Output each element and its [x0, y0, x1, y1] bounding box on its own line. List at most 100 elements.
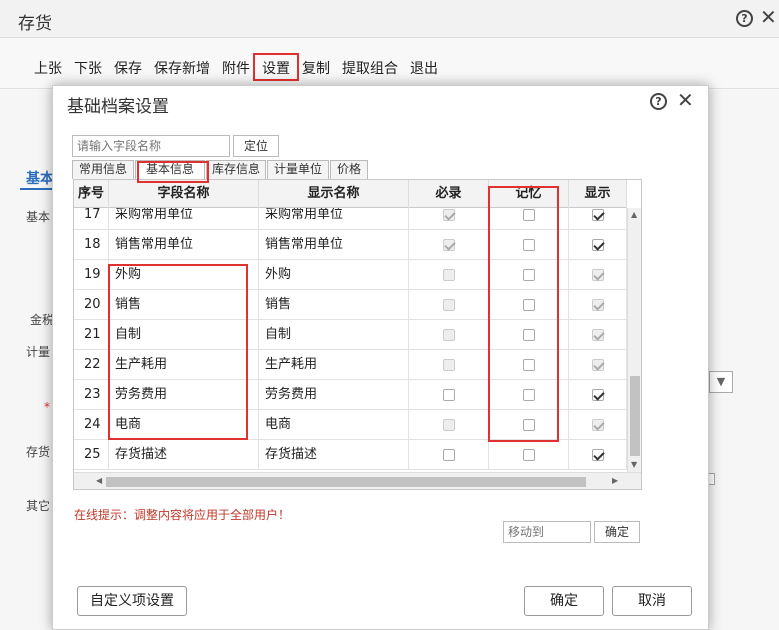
bg-label-tax: 金税 [30, 313, 55, 327]
col-header-show: 显示 [569, 180, 627, 208]
memory-checkbox[interactable] [522, 238, 535, 251]
col-header-memory: 记忆 [489, 180, 569, 208]
scroll-up-icon[interactable]: ▲ [631, 210, 637, 219]
row-display-name: 销售 [259, 290, 409, 320]
help-icon[interactable]: ? [736, 10, 753, 27]
bg-window-title: 存货 [18, 14, 52, 34]
table-row[interactable]: 18 销售常用单位 销售常用单位 [74, 230, 627, 260]
col-header-no: 序号 [74, 180, 109, 208]
required-cell [409, 410, 489, 440]
memory-checkbox[interactable] [522, 418, 535, 431]
horizontal-scrollbar[interactable]: ◀ ▶ [74, 472, 641, 489]
required-checkbox [442, 418, 455, 431]
ok-button[interactable]: 确定 [524, 586, 604, 616]
toolbar-exit-button[interactable]: 退出 [410, 58, 438, 78]
move-to-input[interactable] [503, 521, 591, 543]
required-checkbox [442, 268, 455, 281]
close-icon[interactable]: ✕ [677, 89, 694, 111]
show-cell [569, 440, 627, 470]
row-number: 25 [74, 440, 109, 470]
row-field-name: 生产耗用 [109, 350, 259, 380]
row-number: 19 [74, 260, 109, 290]
table-row[interactable]: 20 销售 销售 [74, 290, 627, 320]
memory-checkbox[interactable] [522, 388, 535, 401]
memory-cell [489, 208, 569, 230]
required-checkbox[interactable] [442, 388, 455, 401]
table-row[interactable]: 23 劳务费用 劳务费用 [74, 380, 627, 410]
locate-button[interactable]: 定位 [233, 135, 279, 157]
row-display-name: 自制 [259, 320, 409, 350]
show-checkbox[interactable] [591, 238, 604, 251]
required-cell [409, 440, 489, 470]
memory-checkbox[interactable] [522, 208, 535, 221]
tab-unit[interactable]: 计量单位 [267, 160, 329, 179]
vertical-scrollbar[interactable]: ▲ ▼ [627, 208, 641, 472]
toolbar-extract-combo-button[interactable]: 提取组合 [342, 58, 398, 78]
memory-cell [489, 230, 569, 260]
memory-checkbox[interactable] [522, 268, 535, 281]
table-row[interactable]: 21 自制 自制 [74, 320, 627, 350]
scroll-right-icon[interactable]: ▶ [612, 476, 618, 485]
row-display-name: 外购 [259, 260, 409, 290]
show-cell [569, 260, 627, 290]
toolbar-copy-button[interactable]: 复制 [302, 58, 330, 78]
row-display-name: 采购常用单位 [259, 208, 409, 230]
close-icon[interactable]: ✕ [760, 6, 777, 28]
row-number: 17 [74, 208, 109, 230]
toolbar-save-button[interactable]: 保存 [114, 58, 142, 78]
memory-checkbox[interactable] [522, 358, 535, 371]
cancel-button[interactable]: 取消 [612, 586, 692, 616]
tab-common-info[interactable]: 常用信息 [72, 160, 134, 179]
memory-checkbox[interactable] [522, 298, 535, 311]
bg-label-other: 其它 [26, 499, 51, 513]
toolbar-next-button[interactable]: 下张 [74, 58, 102, 78]
toolbar-save-new-button[interactable]: 保存新增 [154, 58, 210, 78]
bg-tab-basic[interactable]: 基本 [26, 168, 54, 188]
show-checkbox[interactable] [591, 388, 604, 401]
show-cell [569, 410, 627, 440]
memory-checkbox[interactable] [522, 328, 535, 341]
horizontal-scroll-thumb[interactable] [106, 477, 586, 487]
show-cell [569, 230, 627, 260]
required-checkbox[interactable] [442, 448, 455, 461]
table-row[interactable]: 19 外购 外购 [74, 260, 627, 290]
toolbar-prev-button[interactable]: 上张 [34, 58, 62, 78]
tab-stock-info[interactable]: 库存信息 [206, 160, 266, 179]
show-cell [569, 380, 627, 410]
memory-checkbox[interactable] [522, 448, 535, 461]
table-row[interactable]: 25 存货描述 存货描述 [74, 440, 627, 470]
scroll-left-icon[interactable]: ◀ [96, 476, 102, 485]
row-field-name: 销售常用单位 [109, 230, 259, 260]
show-checkbox[interactable] [591, 448, 604, 461]
tab-price[interactable]: 价格 [330, 160, 368, 179]
memory-cell [489, 410, 569, 440]
bg-titlebar: 存货 ? ✕ [0, 0, 779, 38]
field-search-input[interactable] [72, 135, 230, 157]
scroll-down-icon[interactable]: ▼ [631, 460, 637, 469]
memory-cell [489, 290, 569, 320]
tab-basic-info[interactable]: 基本信息 [135, 160, 205, 179]
show-checkbox [591, 358, 604, 371]
row-number: 24 [74, 410, 109, 440]
vertical-scroll-thumb[interactable] [630, 376, 640, 456]
table-row[interactable]: 17 采购常用单位 采购常用单位 [74, 208, 627, 230]
field-settings-grid: 序号 字段名称 显示名称 必录 记忆 显示 17 采购常用单位 采购常用单位 18 销售… [73, 179, 642, 490]
table-row[interactable]: 22 生产耗用 生产耗用 [74, 350, 627, 380]
required-cell [409, 320, 489, 350]
toolbar-attachment-button[interactable]: 附件 [222, 58, 250, 78]
show-cell [569, 350, 627, 380]
table-row[interactable]: 24 电商 电商 [74, 410, 627, 440]
col-header-required: 必录 [409, 180, 489, 208]
show-checkbox[interactable] [591, 208, 604, 221]
toolbar-settings-button[interactable]: 设置 [262, 58, 290, 78]
required-cell [409, 290, 489, 320]
custom-item-settings-button[interactable]: 自定义项设置 [77, 586, 187, 616]
bg-dropdown[interactable]: ▼ [709, 371, 733, 393]
memory-cell [489, 350, 569, 380]
row-number: 23 [74, 380, 109, 410]
help-icon[interactable]: ? [650, 93, 667, 110]
move-confirm-button[interactable]: 确定 [594, 521, 640, 543]
memory-cell [489, 380, 569, 410]
bg-label-unit: 计量 [26, 345, 51, 359]
required-cell [409, 208, 489, 230]
